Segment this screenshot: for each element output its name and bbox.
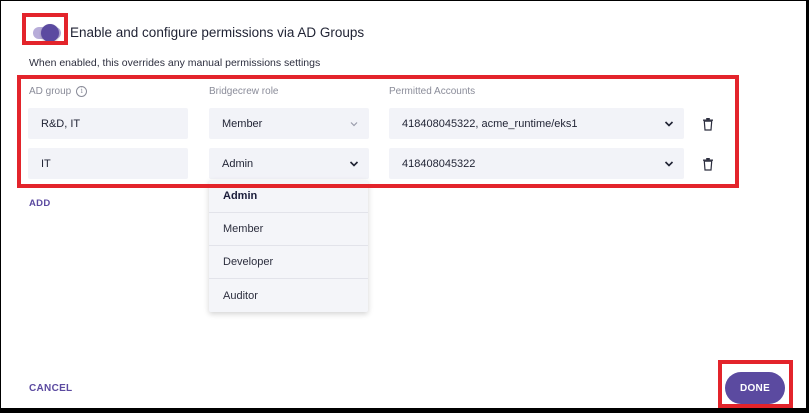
override-helper-text: When enabled, this overrides any manual … [29, 57, 321, 69]
permitted-accounts-value: 418408045322 [402, 157, 476, 170]
menu-item-auditor[interactable]: Auditor [209, 279, 368, 312]
menu-item-admin[interactable]: Admin [209, 180, 368, 213]
permitted-accounts-select[interactable]: 418408045322, acme_runtime/eks1 [389, 108, 684, 139]
ad-group-value: R&D, IT [41, 117, 81, 130]
ad-groups-toggle-label: Enable and configure permissions via AD … [70, 25, 365, 40]
role-value: Admin [222, 157, 254, 170]
trash-icon[interactable] [701, 157, 715, 171]
column-header-role-label: Bridgecrew role [209, 86, 279, 97]
column-header-ad-group: AD group i [29, 86, 88, 97]
column-header-accounts: Permitted Accounts [389, 86, 475, 97]
chevron-down-icon [350, 122, 358, 127]
column-header-role: Bridgecrew role [209, 86, 278, 97]
permitted-accounts-select[interactable]: 418408045322 [389, 148, 684, 179]
permitted-accounts-value: 418408045322, acme_runtime/eks1 [402, 117, 578, 130]
ad-group-value: IT [41, 157, 51, 170]
ad-group-input[interactable]: R&D, IT [28, 108, 188, 139]
info-icon[interactable]: i [76, 86, 88, 97]
role-select[interactable]: Member [209, 108, 369, 139]
menu-item-member[interactable]: Member [209, 213, 368, 246]
ad-group-input[interactable]: IT [28, 148, 188, 179]
trash-icon[interactable] [701, 117, 715, 131]
role-dropdown-menu: Admin Member Developer Auditor [209, 180, 368, 312]
column-header-accounts-label: Permitted Accounts [389, 86, 476, 97]
add-row-button[interactable]: ADD [29, 198, 50, 209]
role-value: Member [222, 117, 263, 130]
cancel-button[interactable]: CANCEL [29, 383, 72, 394]
chevron-down-icon [349, 161, 359, 167]
ad-groups-permissions-dialog: Enable and configure permissions via AD … [1, 1, 806, 408]
role-select[interactable]: Admin [209, 148, 369, 179]
menu-item-developer[interactable]: Developer [209, 246, 368, 279]
done-button[interactable]: DONE [725, 372, 785, 404]
chevron-down-icon [664, 161, 674, 167]
column-header-ad-group-label: AD group [29, 86, 72, 97]
chevron-down-icon [664, 121, 674, 127]
ad-groups-toggle-knob[interactable] [41, 24, 59, 42]
